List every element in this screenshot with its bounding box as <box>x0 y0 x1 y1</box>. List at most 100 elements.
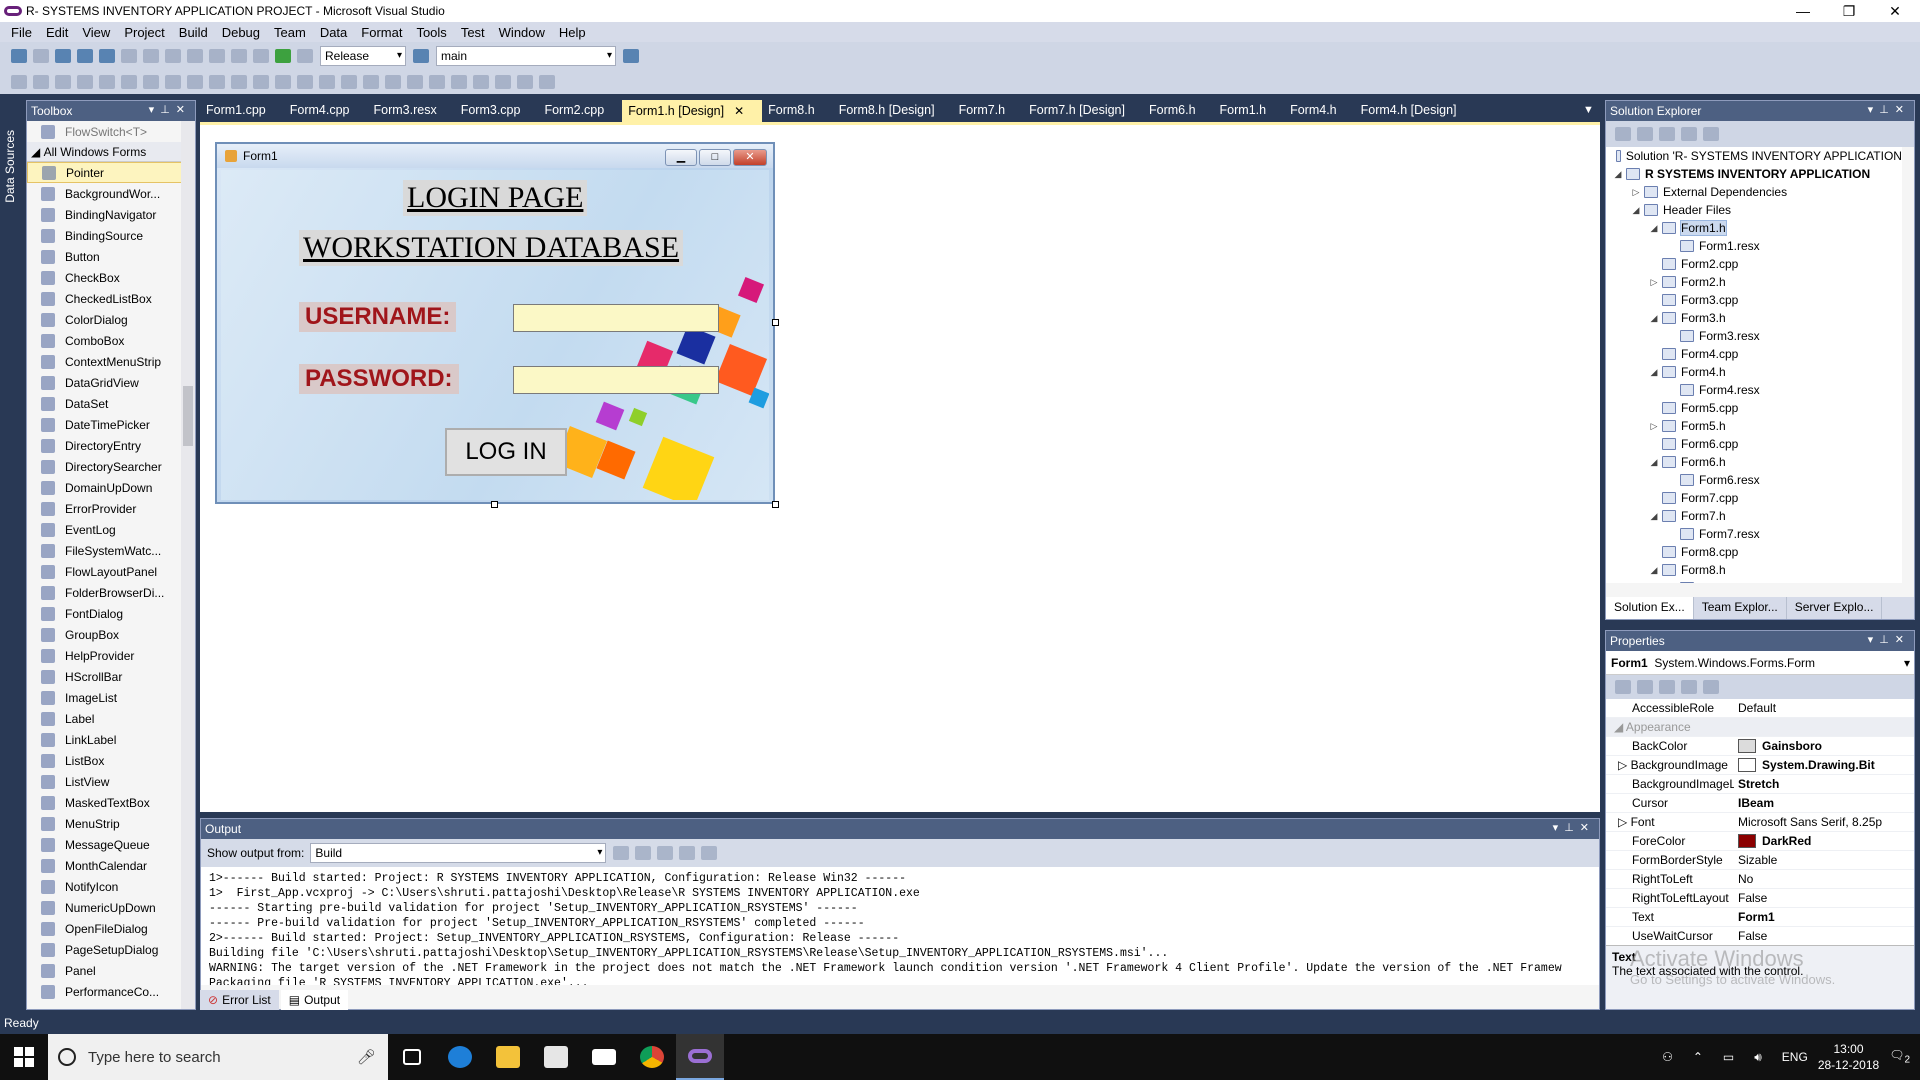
taskbar-chrome[interactable] <box>628 1034 676 1080</box>
remove-v-spacing-icon[interactable] <box>407 75 423 89</box>
doc-tab[interactable]: Form3.resx <box>368 100 455 122</box>
add-item-icon[interactable] <box>33 49 49 63</box>
toolbox-item[interactable]: DataSet <box>27 393 195 414</box>
doc-tab[interactable]: Form3.cpp <box>455 100 539 122</box>
view-class-diagram-icon[interactable] <box>1681 127 1697 141</box>
property-value[interactable]: IBeam <box>1734 796 1914 810</box>
property-row[interactable]: AccessibleRole Default <box>1606 699 1914 718</box>
data-sources-tab[interactable]: Data Sources <box>3 130 17 203</box>
paste-icon[interactable] <box>165 49 181 63</box>
solution-tree-node[interactable]: ◢ Form7.h <box>1606 507 1902 525</box>
refresh-icon[interactable] <box>1659 127 1675 141</box>
resize-handle-bottom[interactable] <box>491 501 498 508</box>
lock-controls-icon[interactable] <box>539 75 555 89</box>
solution-tree-node[interactable]: ◢ Form8.h <box>1606 561 1902 579</box>
menu-build[interactable]: Build <box>172 25 215 40</box>
tab-output[interactable]: ▤ Output <box>280 990 349 1010</box>
search-icon[interactable] <box>1703 127 1719 141</box>
expand-toggle-icon[interactable]: ◢ <box>1648 511 1660 522</box>
form-close-button[interactable]: ✕ <box>733 149 767 166</box>
property-pages-icon[interactable] <box>1703 680 1719 694</box>
expand-toggle-icon[interactable]: ◢ <box>1648 565 1660 576</box>
tab-order-icon[interactable] <box>517 75 533 89</box>
events-icon[interactable] <box>1681 680 1697 694</box>
tab-solution-explorer[interactable]: Solution Ex... <box>1606 597 1694 619</box>
categorized-icon[interactable] <box>1615 680 1631 694</box>
show-all-files-icon[interactable] <box>1637 127 1653 141</box>
close-button[interactable]: ✕ <box>1872 0 1918 22</box>
property-row[interactable]: Cursor IBeam <box>1606 794 1914 813</box>
find-in-files-icon[interactable] <box>413 49 429 63</box>
taskbar-store[interactable] <box>532 1034 580 1080</box>
align-bottoms-icon[interactable] <box>143 75 159 89</box>
doc-tab[interactable]: Form2.cpp <box>538 100 622 122</box>
toolbox-item[interactable]: CheckBox <box>27 267 195 288</box>
toolbox-item[interactable]: DirectorySearcher <box>27 456 195 477</box>
toolbox-item[interactable]: NotifyIcon <box>27 876 195 897</box>
menu-tools[interactable]: Tools <box>409 25 453 40</box>
remove-h-spacing-icon[interactable] <box>319 75 335 89</box>
pane-controls-icon[interactable]: ▾⊥✕ <box>1868 633 1910 646</box>
toolbox-item[interactable]: FileSystemWatc... <box>27 540 195 561</box>
tab-team-explorer[interactable]: Team Explor... <box>1694 597 1787 619</box>
clear-all-icon[interactable] <box>679 846 696 860</box>
resize-handle-right[interactable] <box>772 319 779 326</box>
solution-tree-node[interactable]: ◢ R SYSTEMS INVENTORY APPLICATION <box>1606 165 1902 183</box>
microphone-icon[interactable]: 🎤︎ <box>357 1048 376 1066</box>
notifications-icon[interactable]: 🗨︎2 <box>1889 1048 1910 1065</box>
doc-tab[interactable]: Form6.h <box>1143 100 1214 122</box>
solution-tree-node[interactable]: Form4.resx <box>1606 381 1902 399</box>
toolbar-options-icon[interactable] <box>623 49 639 63</box>
login-button[interactable]: LOG IN <box>445 428 567 476</box>
doc-tab[interactable]: Form7.h <box>953 100 1024 122</box>
toolbox-scrollbar[interactable] <box>181 121 195 1009</box>
solution-tree-node[interactable]: Form8.resx <box>1606 579 1902 583</box>
property-row[interactable]: ForeColor DarkRed <box>1606 832 1914 851</box>
undo-icon[interactable] <box>187 49 203 63</box>
align-to-grid-icon[interactable] <box>11 75 27 89</box>
clock[interactable]: 13:00 28-12-2018 <box>1818 1041 1879 1073</box>
output-text[interactable]: 1>------ Build started: Project: R SYSTE… <box>201 867 1599 985</box>
solution-tree-node[interactable]: Form6.cpp <box>1606 435 1902 453</box>
tab-server-explorer[interactable]: Server Explo... <box>1787 597 1883 619</box>
expand-toggle-icon[interactable]: ◢ <box>1630 205 1642 216</box>
doc-tab[interactable]: Form4.h [Design] <box>1355 100 1475 122</box>
toolbox-item[interactable]: PageSetupDialog <box>27 939 195 960</box>
solution-tree-node[interactable]: Form4.cpp <box>1606 345 1902 363</box>
property-row[interactable]: FormBorderStyle Sizable <box>1606 851 1914 870</box>
doc-tab[interactable]: Form1.cpp <box>200 100 284 122</box>
word-wrap-icon[interactable] <box>701 846 718 860</box>
align-rights-icon[interactable] <box>77 75 93 89</box>
solution-tree-node[interactable]: ◢ Form1.h <box>1606 219 1902 237</box>
close-tab-icon[interactable]: ✕ <box>734 104 744 118</box>
taskbar-file-explorer[interactable] <box>484 1034 532 1080</box>
toolbox-item[interactable]: HelpProvider <box>27 645 195 666</box>
taskbar-mail[interactable] <box>580 1034 628 1080</box>
taskbar-edge[interactable] <box>436 1034 484 1080</box>
property-value[interactable]: Sizable <box>1734 853 1914 867</box>
make-same-size-icon[interactable] <box>209 75 225 89</box>
scroll-thumb[interactable] <box>183 386 193 446</box>
menu-window[interactable]: Window <box>492 25 552 40</box>
menu-help[interactable]: Help <box>552 25 593 40</box>
property-value[interactable]: DarkRed <box>1734 834 1914 849</box>
solution-tree-node[interactable]: ◢ Form6.h <box>1606 453 1902 471</box>
increase-v-spacing-icon[interactable] <box>363 75 379 89</box>
toolbox-item[interactable]: DomainUpDown <box>27 477 195 498</box>
increase-h-spacing-icon[interactable] <box>275 75 291 89</box>
people-icon[interactable]: ⚇ <box>1662 1050 1673 1064</box>
toolbox-item[interactable]: Button <box>27 246 195 267</box>
solution-tree-node[interactable]: Form3.cpp <box>1606 291 1902 309</box>
center-vertically-icon[interactable] <box>451 75 467 89</box>
expand-icon[interactable]: ▷ <box>1618 758 1631 772</box>
form-maximize-button[interactable]: □ <box>699 149 731 166</box>
alphabetical-icon[interactable] <box>1637 680 1653 694</box>
taskbar-visual-studio[interactable] <box>676 1034 724 1080</box>
decrease-v-spacing-icon[interactable] <box>385 75 401 89</box>
solution-tree-node[interactable]: Form7.cpp <box>1606 489 1902 507</box>
toolbox-item[interactable]: MessageQueue <box>27 834 195 855</box>
chevron-up-icon[interactable]: ⌃ <box>1693 1050 1703 1064</box>
toolbox-item[interactable]: Label <box>27 708 195 729</box>
property-row[interactable]: BackColor Gainsboro <box>1606 737 1914 756</box>
property-value[interactable]: Form1 <box>1734 910 1914 924</box>
